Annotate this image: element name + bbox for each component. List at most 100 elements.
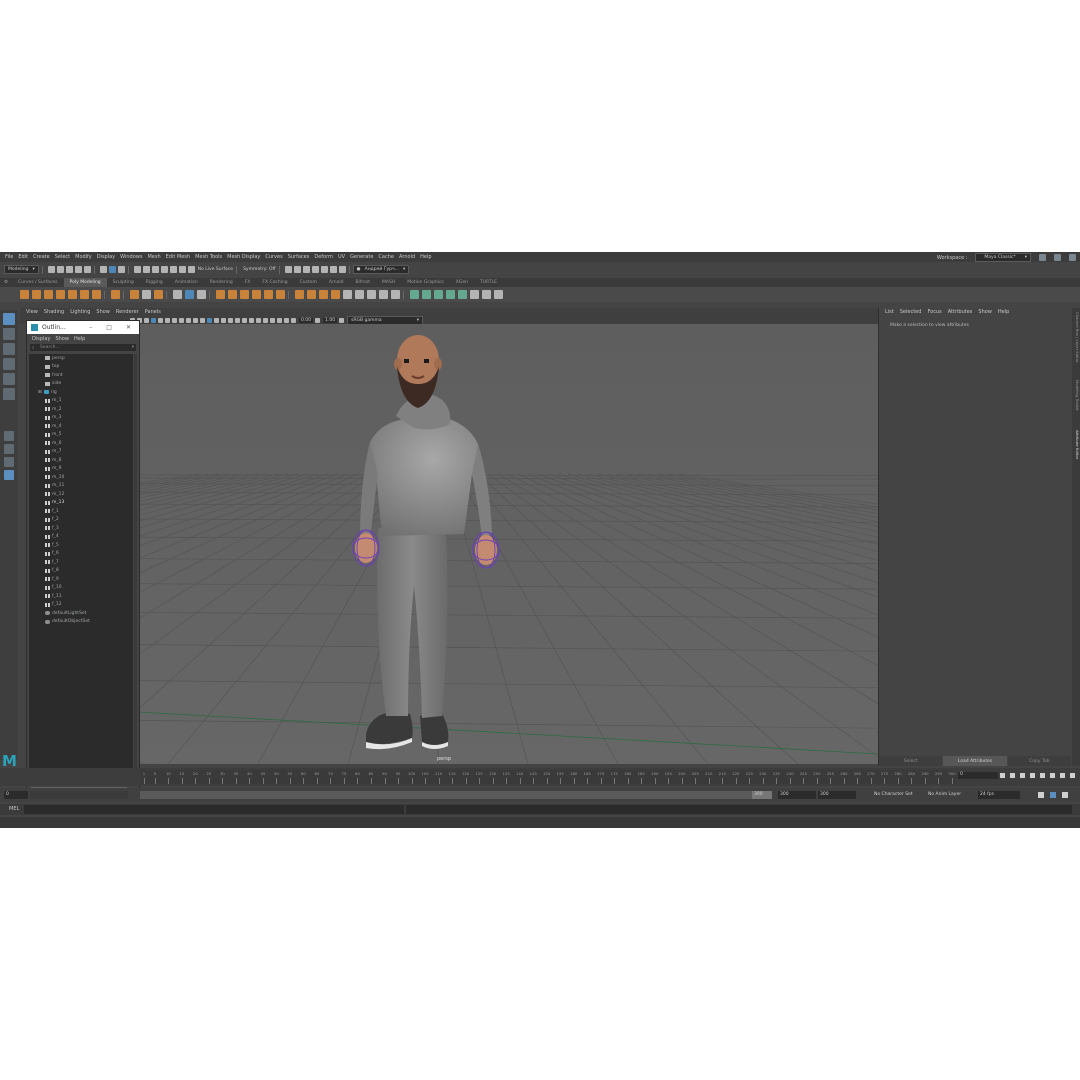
settings-icon[interactable] <box>1069 254 1076 261</box>
shelf-tab[interactable]: XGen <box>450 278 474 287</box>
select-button[interactable]: Select <box>879 756 943 766</box>
select-by-object-icon[interactable] <box>108 266 116 273</box>
anim-prefs-icon[interactable] <box>1062 792 1068 798</box>
menu-item[interactable]: Create <box>33 254 50 260</box>
xray-joints-icon[interactable] <box>284 317 289 323</box>
poly-sphere-icon[interactable] <box>20 290 29 299</box>
shelf-tab[interactable]: Animation <box>169 278 204 287</box>
outliner-item[interactable]: m_5 <box>29 431 133 440</box>
playback-end-field[interactable]: 300 <box>778 791 816 799</box>
extrude-icon[interactable] <box>216 290 225 299</box>
smooth-icon[interactable] <box>197 290 206 299</box>
shelf-tab[interactable]: Rigging <box>140 278 169 287</box>
render-view-icon[interactable] <box>293 266 301 273</box>
outliner-scrollbar[interactable] <box>134 354 137 782</box>
play-forwards-icon[interactable] <box>1040 773 1045 778</box>
render-icon[interactable] <box>302 266 310 273</box>
fill-hole-icon[interactable] <box>252 290 261 299</box>
new-scene-icon[interactable] <box>47 266 55 273</box>
ambient-occlusion-icon[interactable] <box>242 317 247 323</box>
uv-unfold-icon[interactable] <box>458 290 467 299</box>
safe-title-icon[interactable] <box>193 317 198 323</box>
outliner-item[interactable]: f_11 <box>29 592 133 601</box>
outliner-item[interactable]: f_9 <box>29 575 133 584</box>
outliner-item[interactable]: defaultLightSet <box>29 609 133 618</box>
menu-item[interactable]: Display <box>97 254 115 260</box>
snap-grid-icon[interactable] <box>133 266 141 273</box>
playback-prefs-icon[interactable] <box>1050 792 1056 798</box>
outliner-titlebar[interactable]: Outlin... – □ ✕ <box>27 321 139 334</box>
live-surface-label[interactable]: No Live Surface <box>198 267 233 272</box>
rotate-tool-icon[interactable] <box>3 373 15 385</box>
user-account-dropdown[interactable]: ● Андрей Гурч... ▾ <box>352 265 410 274</box>
scale-tool-icon[interactable] <box>3 388 15 400</box>
shadows-icon[interactable] <box>235 317 240 323</box>
super-shape-icon[interactable] <box>130 290 139 299</box>
poly-cylinder-icon[interactable] <box>44 290 53 299</box>
hypershade-icon[interactable] <box>329 266 337 273</box>
outliner-item[interactable]: front <box>29 371 133 380</box>
attribute-menu-item[interactable]: Selected <box>900 309 922 315</box>
fps-dropdown[interactable]: 24 fps <box>978 791 1020 799</box>
anim-layer-label[interactable]: No Anim Layer <box>926 791 974 799</box>
outliner-item[interactable]: m_8 <box>29 456 133 465</box>
outliner-item[interactable]: top <box>29 363 133 372</box>
menu-item[interactable]: UV <box>338 254 345 260</box>
film-gate-icon[interactable] <box>158 317 163 323</box>
outliner-layout-icon[interactable] <box>4 470 14 480</box>
type-tool-icon[interactable] <box>142 290 151 299</box>
snap-pivot-icon[interactable] <box>187 266 195 273</box>
step-forward-frame-icon[interactable] <box>1050 773 1055 778</box>
select-by-hierarchy-icon[interactable] <box>99 266 107 273</box>
menu-item[interactable]: Modify <box>75 254 92 260</box>
menu-item[interactable]: Select <box>55 254 70 260</box>
shelf-tab[interactable]: Rendering <box>204 278 239 287</box>
outliner-item[interactable]: m_13 <box>29 499 133 508</box>
layout-icon[interactable] <box>1054 254 1061 261</box>
step-back-key-icon[interactable] <box>1010 773 1015 778</box>
outliner-item[interactable]: f_5 <box>29 541 133 550</box>
open-scene-icon[interactable] <box>56 266 64 273</box>
image-plane-icon[interactable] <box>144 317 149 323</box>
workspace-dropdown[interactable]: Maya Classic* ▾ <box>975 253 1031 262</box>
mel-label[interactable]: MEL <box>9 806 19 812</box>
grid-icon[interactable] <box>151 317 156 323</box>
render-settings-icon[interactable] <box>320 266 328 273</box>
gamma-icon[interactable] <box>315 317 321 323</box>
maximize-icon[interactable]: □ <box>106 324 112 331</box>
minimize-icon[interactable]: – <box>89 324 92 331</box>
shelf-tab[interactable]: FX Caching <box>256 278 293 287</box>
outliner-item[interactable]: m_2 <box>29 405 133 414</box>
go-to-start-icon[interactable] <box>1000 773 1005 778</box>
shelf-tab[interactable]: Motion Graphics <box>401 278 450 287</box>
outliner-item[interactable]: f_10 <box>29 584 133 593</box>
outliner-menu-item[interactable]: Display <box>32 336 50 342</box>
separate-icon[interactable] <box>185 290 194 299</box>
outliner-item[interactable]: m_12 <box>29 490 133 499</box>
motion-blur-icon[interactable] <box>249 317 254 323</box>
save-scene-icon[interactable] <box>65 266 73 273</box>
shelf-tab[interactable]: Sculpting <box>107 278 140 287</box>
merge-icon[interactable] <box>276 290 285 299</box>
outliner-item[interactable]: f_12 <box>29 601 133 610</box>
combine-icon[interactable] <box>173 290 182 299</box>
menu-item[interactable]: Deform <box>314 254 333 260</box>
go-to-end-icon[interactable] <box>1070 773 1075 778</box>
panel-menu-item[interactable]: Renderer <box>116 309 139 315</box>
symmetry-label[interactable]: Symmetry: Off <box>243 267 276 272</box>
panel-menu-item[interactable]: Show <box>96 309 110 315</box>
lasso-tool-icon[interactable] <box>3 328 15 340</box>
poly-cone-icon[interactable] <box>56 290 65 299</box>
animation-end-field[interactable]: 300 <box>818 791 856 799</box>
menu-item[interactable]: Generate <box>350 254 373 260</box>
boolean-intersection-icon[interactable] <box>319 290 328 299</box>
attribute-menu-item[interactable]: List <box>885 309 894 315</box>
menu-item[interactable]: Windows <box>120 254 142 260</box>
menu-set-dropdown[interactable]: Modeling ▾ <box>4 265 39 274</box>
outliner-item[interactable]: f_7 <box>29 558 133 567</box>
playback-start-field[interactable] <box>30 791 128 799</box>
layout-icon[interactable] <box>1039 254 1046 261</box>
target-weld-icon[interactable] <box>355 290 364 299</box>
outliner-item[interactable]: m_6 <box>29 439 133 448</box>
menu-item[interactable]: Help <box>420 254 431 260</box>
